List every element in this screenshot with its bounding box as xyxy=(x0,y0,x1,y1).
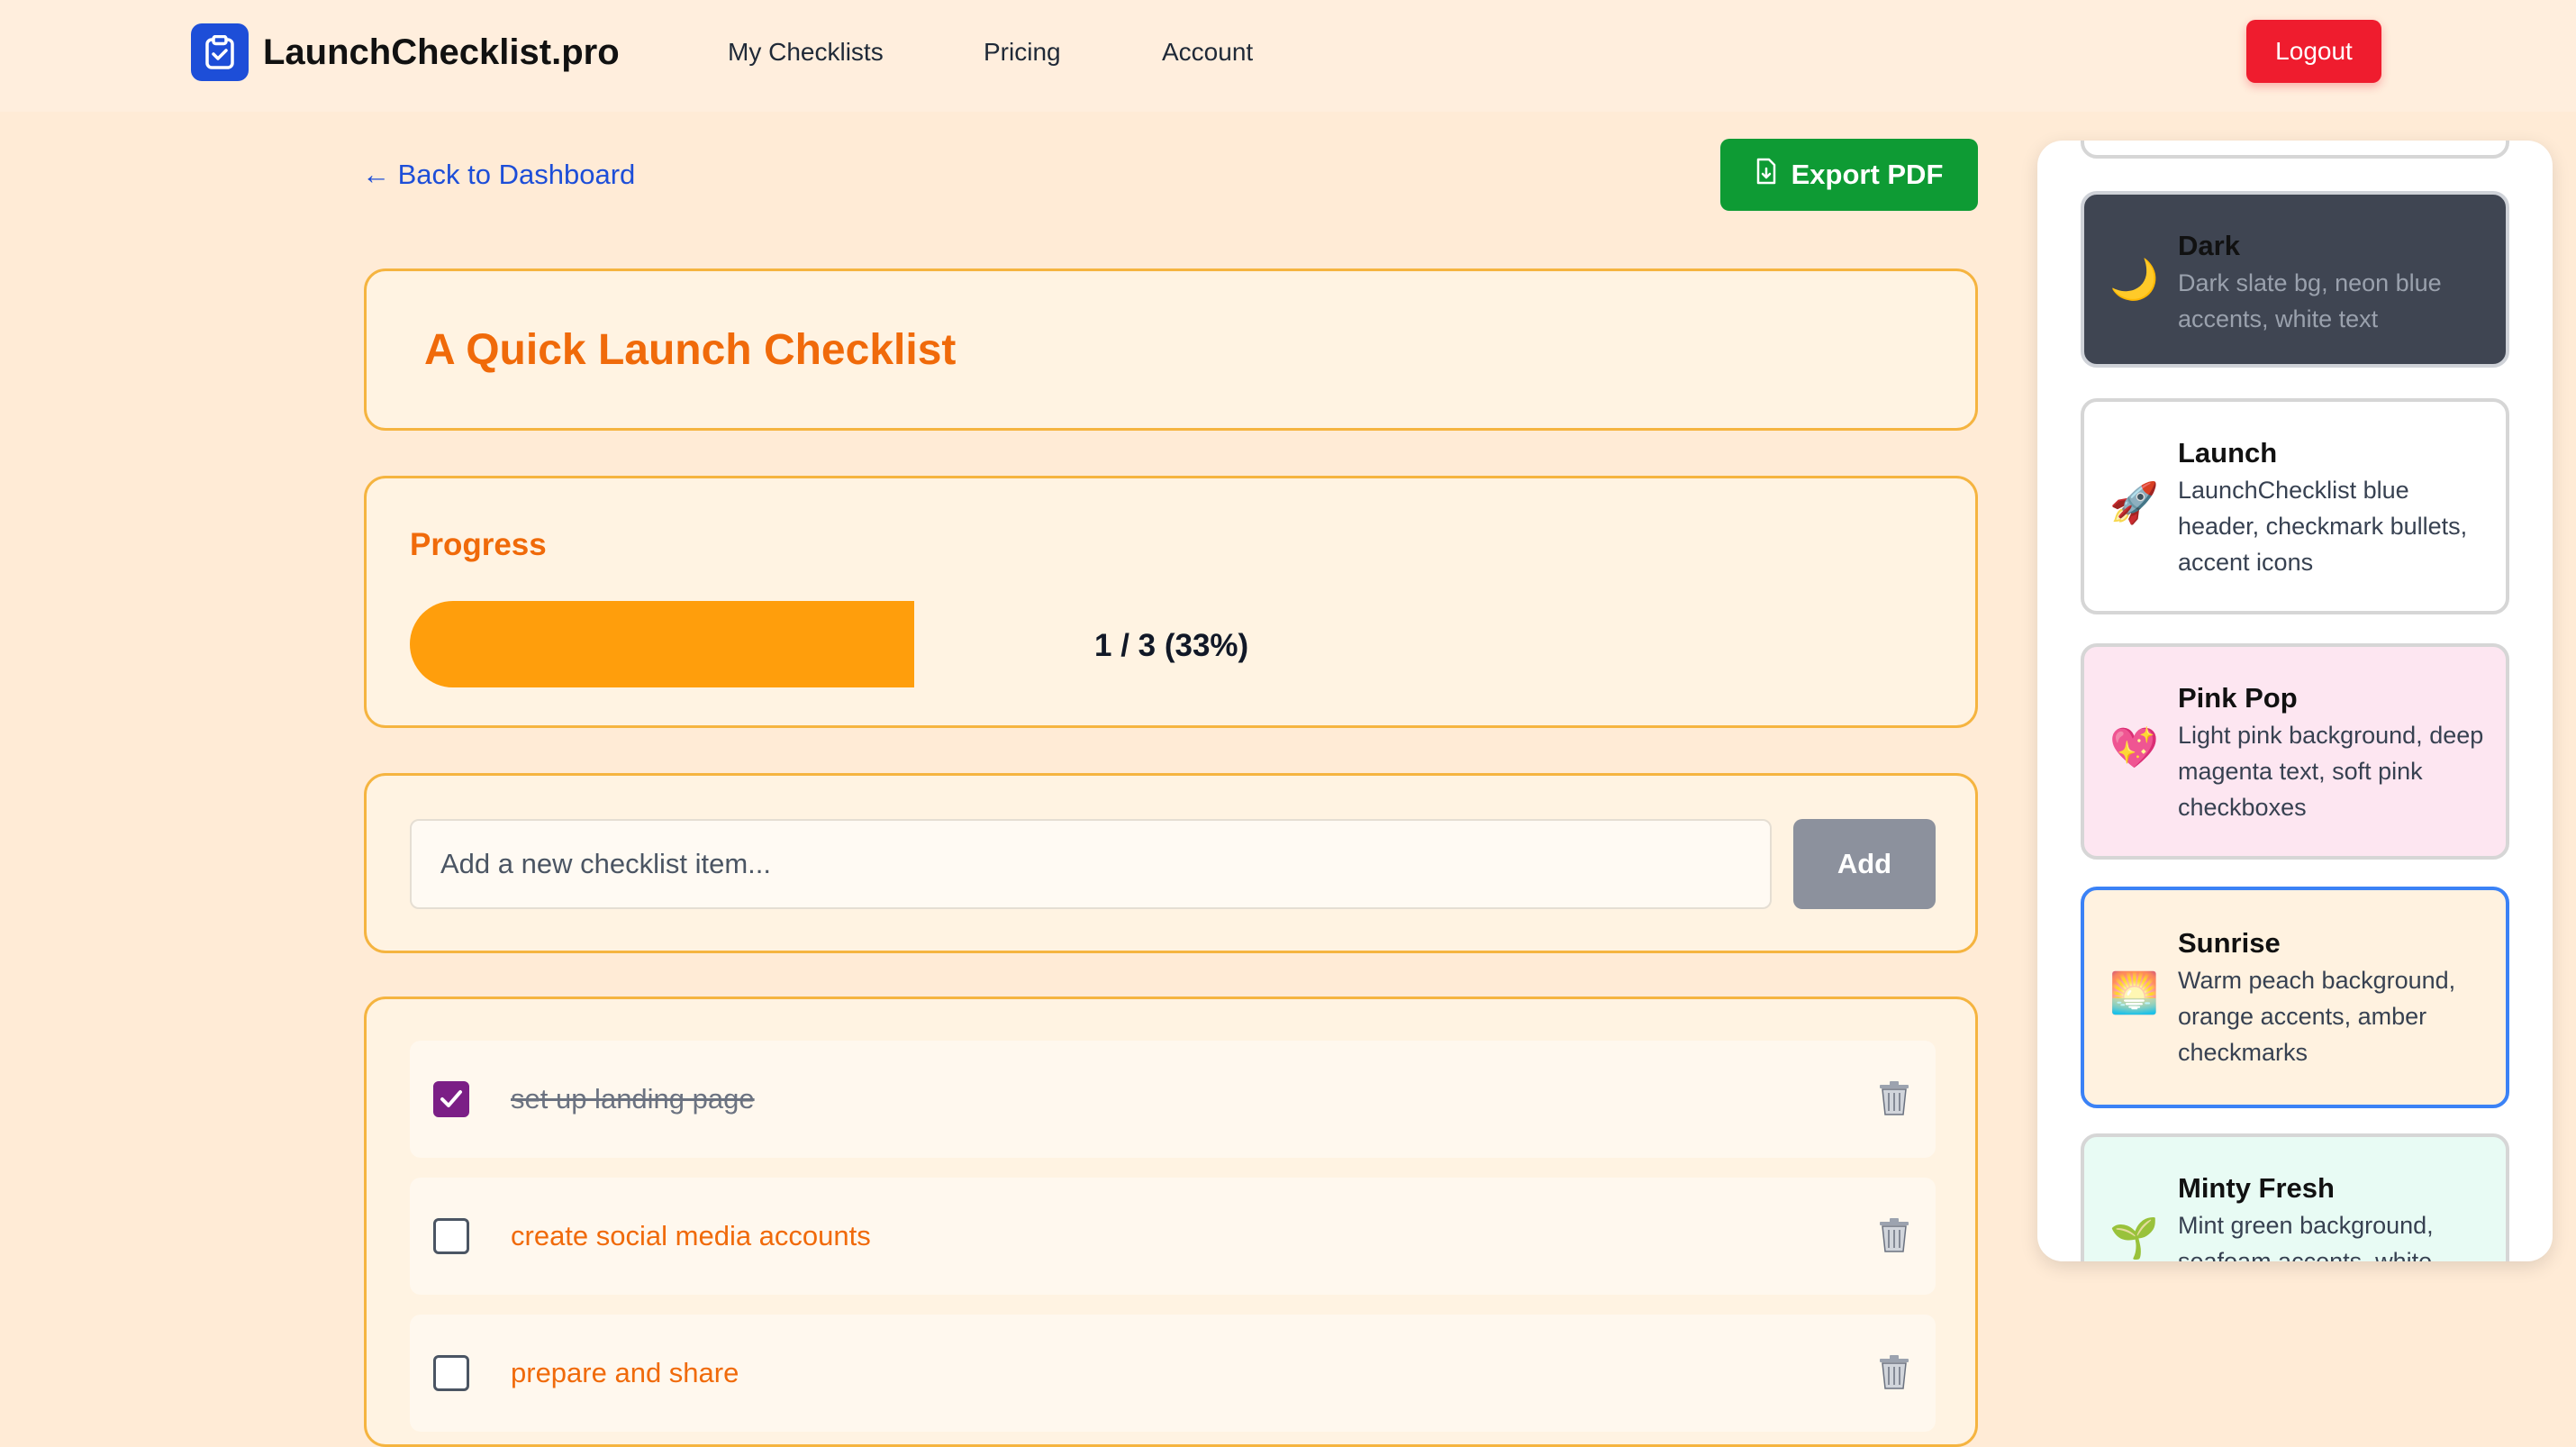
theme-description: Light pink background, deep magenta text… xyxy=(2178,722,2484,821)
item-checkbox[interactable] xyxy=(433,1355,469,1391)
sparkling-heart-icon: 💖 xyxy=(2109,726,2159,770)
trash-icon[interactable] xyxy=(1878,1080,1910,1116)
add-item-card: Add xyxy=(364,773,1978,953)
trash-icon[interactable] xyxy=(1878,1354,1910,1390)
seedling-icon: 🌱 xyxy=(2109,1216,2159,1260)
item-checkbox[interactable] xyxy=(433,1081,469,1117)
theme-description: Mint green background, seafoam accents, … xyxy=(2178,1212,2434,1261)
progress-card: Progress 1 / 3 (33%) xyxy=(364,476,1978,728)
item-text[interactable]: set up landing page xyxy=(511,1080,755,1118)
theme-description: Dark slate bg, neon blue accents, white … xyxy=(2178,269,2442,332)
theme-name: Pink Pop xyxy=(2178,682,2298,714)
theme-card-minty-fresh[interactable]: 🌱 Minty Fresh Mint green background, sea… xyxy=(2081,1133,2509,1261)
checklist-title: A Quick Launch Checklist xyxy=(424,326,957,374)
title-card: A Quick Launch Checklist xyxy=(364,268,1978,431)
export-pdf-button[interactable]: Export PDF xyxy=(1720,139,1978,211)
item-checkbox[interactable] xyxy=(433,1218,469,1254)
nav-account[interactable]: Account xyxy=(1162,34,1253,70)
theme-description: Warm peach background, orange accents, a… xyxy=(2178,967,2456,1066)
theme-name: Minty Fresh xyxy=(2178,1172,2335,1204)
clipboard-check-icon[interactable] xyxy=(191,23,249,81)
checklist-item: create social media accounts xyxy=(410,1178,1936,1295)
theme-card-dark[interactable]: 🌙 Dark Dark slate bg, neon blue accents,… xyxy=(2081,191,2509,368)
theme-picker-panel[interactable]: 🌙 Dark Dark slate bg, neon blue accents,… xyxy=(2037,141,2553,1261)
brand-name[interactable]: LaunchChecklist.pro xyxy=(263,27,620,77)
moon-icon: 🌙 xyxy=(2109,258,2159,302)
theme-card-pink-pop[interactable]: 💖 Pink Pop Light pink background, deep m… xyxy=(2081,643,2509,860)
theme-name: Launch xyxy=(2178,437,2278,469)
theme-card-sunrise[interactable]: 🌅 Sunrise Warm peach background, orange … xyxy=(2081,887,2509,1108)
nav-pricing[interactable]: Pricing xyxy=(984,34,1061,70)
checklist-item: prepare and share xyxy=(410,1315,1936,1432)
theme-name: Dark xyxy=(2178,230,2240,261)
nav-my-checklists[interactable]: My Checklists xyxy=(728,34,884,70)
file-download-icon xyxy=(1755,158,1777,192)
add-item-button[interactable]: Add xyxy=(1793,819,1936,909)
item-text[interactable]: create social media accounts xyxy=(511,1217,871,1255)
checklist-item: set up landing page xyxy=(410,1041,1936,1158)
progress-count: 1 / 3 (33%) xyxy=(1094,628,1249,663)
item-text[interactable]: prepare and share xyxy=(511,1354,739,1392)
sunrise-icon: 🌅 xyxy=(2109,971,2159,1015)
back-to-dashboard-link[interactable]: ← Back to Dashboard xyxy=(362,155,635,195)
theme-description: LaunchChecklist blue header, checkmark b… xyxy=(2178,477,2468,576)
progress-bar-fill xyxy=(410,601,914,687)
progress-label: Progress xyxy=(410,527,547,562)
theme-card-partial[interactable] xyxy=(2081,141,2509,159)
rocket-icon: 🚀 xyxy=(2109,481,2159,525)
top-navbar: LaunchChecklist.pro My Checklists Pricin… xyxy=(0,0,2576,112)
export-pdf-label: Export PDF xyxy=(1791,159,1944,190)
theme-card-launch[interactable]: 🚀 Launch LaunchChecklist blue header, ch… xyxy=(2081,398,2509,614)
trash-icon[interactable] xyxy=(1878,1217,1910,1253)
new-item-input[interactable] xyxy=(410,819,1772,909)
theme-name: Sunrise xyxy=(2178,927,2281,959)
checklist-items-card: set up landing page create social media … xyxy=(364,997,1978,1447)
logout-button[interactable]: Logout xyxy=(2246,20,2381,83)
